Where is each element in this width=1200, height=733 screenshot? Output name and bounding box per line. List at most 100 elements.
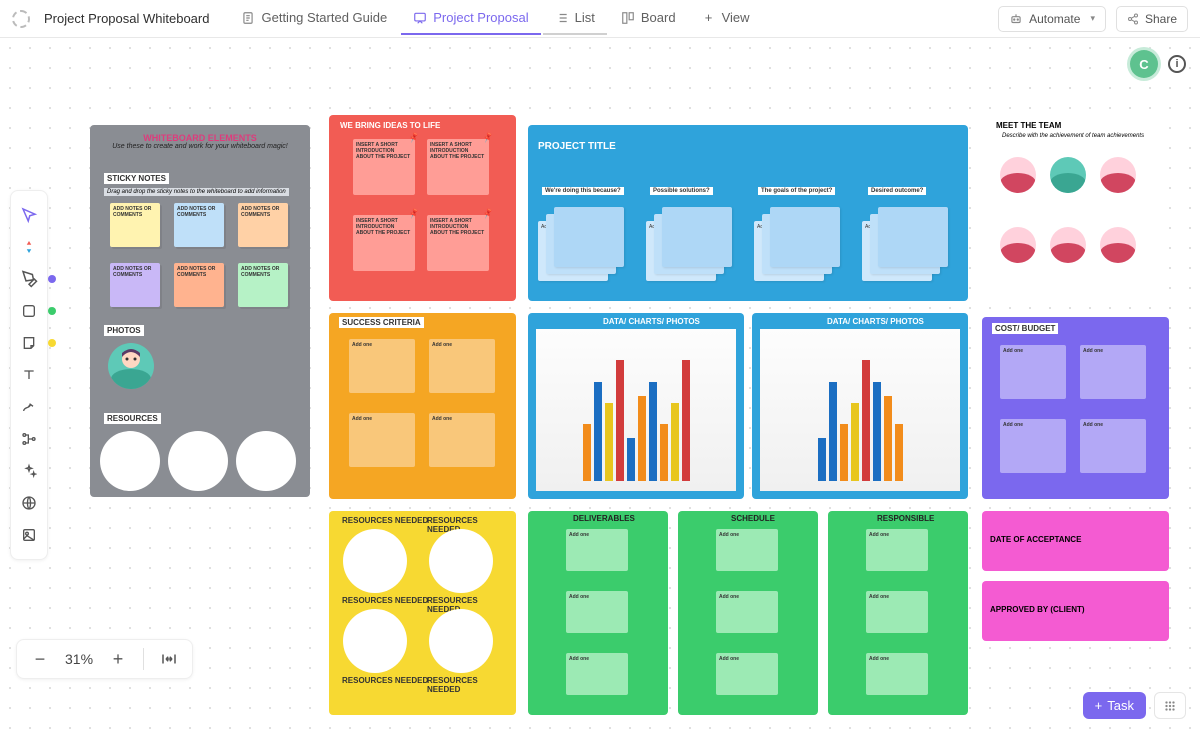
cost-note[interactable]: Add one: [1000, 419, 1066, 473]
panel-acceptance[interactable]: DATE OF ACCEPTANCE: [982, 511, 1169, 571]
data-title: DATA/ CHARTS/ PHOTOS: [824, 316, 927, 327]
tool-connector[interactable]: [14, 391, 44, 423]
tool-web[interactable]: [14, 487, 44, 519]
panel-schedule[interactable]: SCHEDULE Add one Add one Add one: [678, 511, 818, 715]
green-note[interactable]: Add one: [716, 653, 778, 695]
panel-cost[interactable]: COST/ BUDGET Add one Add one Add one Add…: [982, 317, 1169, 499]
success-note[interactable]: Add one: [349, 413, 415, 467]
note-pile[interactable]: Add one: [862, 207, 952, 282]
photos-label: PHOTOS: [104, 325, 144, 336]
team-avatar[interactable]: [1000, 227, 1036, 263]
sticky-sample[interactable]: ADD NOTES OR COMMENTS: [174, 203, 224, 247]
res-label: RESOURCES NEEDED: [424, 675, 516, 695]
cost-title: COST/ BUDGET: [992, 323, 1058, 334]
idea-note[interactable]: INSERT A SHORT INTRODUCTION ABOUT THE PR…: [427, 139, 489, 195]
team-avatar[interactable]: [1100, 157, 1136, 193]
info-icon[interactable]: i: [1168, 55, 1186, 73]
tool-select[interactable]: [14, 199, 44, 231]
green-note[interactable]: Add one: [866, 529, 928, 571]
success-note[interactable]: Add one: [349, 339, 415, 393]
resource-circle[interactable]: [100, 431, 160, 491]
sticky-sample[interactable]: ADD NOTES OR COMMENTS: [238, 203, 288, 247]
tool-sticky[interactable]: [14, 327, 44, 359]
sticky-sample[interactable]: ADD NOTES OR COMMENTS: [110, 203, 160, 247]
res-circle[interactable]: [343, 609, 407, 673]
sticky-sample[interactable]: ADD NOTES OR COMMENTS: [174, 263, 224, 307]
tool-image[interactable]: [14, 519, 44, 551]
pin-icon: 📌: [482, 132, 494, 144]
sticky-sample[interactable]: ADD NOTES OR COMMENTS: [238, 263, 288, 307]
resource-circle[interactable]: [236, 431, 296, 491]
cost-note[interactable]: Add one: [1080, 419, 1146, 473]
panel-approved[interactable]: APPROVED BY (CLIENT): [982, 581, 1169, 641]
panel-success[interactable]: SUCCESS CRITERIA Add one Add one Add one…: [329, 313, 516, 499]
automate-label: Automate: [1029, 12, 1080, 26]
success-note[interactable]: Add one: [429, 413, 495, 467]
panel-team[interactable]: MEET THE TEAM Describe with the achievem…: [982, 115, 1169, 301]
tab-project-proposal[interactable]: Project Proposal: [401, 2, 540, 35]
note-pile[interactable]: Add one: [646, 207, 736, 282]
note-pile[interactable]: Add one: [754, 207, 844, 282]
team-avatar[interactable]: [1000, 157, 1036, 193]
col-label: The goals of the project?: [758, 187, 835, 195]
panel-ideas[interactable]: WE BRING IDEAS TO LIFE INSERT A SHORT IN…: [329, 115, 516, 301]
panel-deliverables[interactable]: DELIVERABLES Add one Add one Add one: [528, 511, 668, 715]
app-logo-icon: [12, 10, 30, 28]
res-circle[interactable]: [429, 529, 493, 593]
green-note[interactable]: Add one: [566, 591, 628, 633]
res-circle[interactable]: [429, 609, 493, 673]
idea-note[interactable]: INSERT A SHORT INTRODUCTION ABOUT THE PR…: [353, 139, 415, 195]
tab-add-view[interactable]: + View: [690, 2, 762, 35]
tool-pen[interactable]: [14, 263, 44, 295]
green-note[interactable]: Add one: [866, 653, 928, 695]
tab-board[interactable]: Board: [609, 2, 688, 35]
user-avatar[interactable]: C: [1130, 50, 1158, 78]
note-pile[interactable]: Add one: [538, 207, 628, 282]
project-title: PROJECT TITLE: [538, 141, 616, 152]
col-label: Possible solutions?: [650, 187, 713, 195]
share-button[interactable]: Share: [1116, 6, 1188, 32]
panel-data-1[interactable]: DATA/ CHARTS/ PHOTOS: [528, 313, 744, 499]
sample-avatar[interactable]: [108, 343, 154, 389]
view-tabs: Getting Started Guide Project Proposal L…: [229, 2, 761, 35]
success-note[interactable]: Add one: [429, 339, 495, 393]
green-note[interactable]: Add one: [716, 591, 778, 633]
resource-circle[interactable]: [168, 431, 228, 491]
tool-text[interactable]: [14, 359, 44, 391]
green-note[interactable]: Add one: [716, 529, 778, 571]
res-circle[interactable]: [343, 529, 407, 593]
sticky-sample[interactable]: ADD NOTES OR COMMENTS: [110, 263, 160, 307]
list-icon: [555, 11, 569, 25]
tool-shape[interactable]: [14, 295, 44, 327]
team-avatar[interactable]: [1050, 157, 1086, 193]
team-avatar[interactable]: [1100, 227, 1136, 263]
tab-list[interactable]: List: [543, 2, 607, 35]
chart-image[interactable]: [760, 329, 960, 491]
panel-project[interactable]: PROJECT TITLE We're doing this because? …: [528, 125, 968, 301]
panel-elements[interactable]: WHITEBOARD ELEMENTS Use these to create …: [90, 125, 310, 497]
green-note[interactable]: Add one: [566, 653, 628, 695]
panel-responsible[interactable]: RESPONSIBLE Add one Add one Add one: [828, 511, 968, 715]
tool-templates[interactable]: [14, 231, 44, 263]
sched-title: SCHEDULE: [728, 513, 778, 524]
tool-ai[interactable]: [14, 455, 44, 487]
panel-data-2[interactable]: DATA/ CHARTS/ PHOTOS: [752, 313, 968, 499]
chart-image[interactable]: [536, 329, 736, 491]
green-note[interactable]: Add one: [866, 591, 928, 633]
share-label: Share: [1145, 12, 1177, 26]
tab-getting-started[interactable]: Getting Started Guide: [229, 2, 399, 35]
tool-mindmap[interactable]: [14, 423, 44, 455]
team-sub: Describe with the achievement of team ac…: [1002, 133, 1144, 139]
idea-note[interactable]: INSERT A SHORT INTRODUCTION ABOUT THE PR…: [353, 215, 415, 271]
cost-note[interactable]: Add one: [1080, 345, 1146, 399]
sticky-notes-label: STICKY NOTES: [104, 173, 169, 184]
share-icon: [1127, 13, 1139, 25]
green-note[interactable]: Add one: [566, 529, 628, 571]
zoom-out-button[interactable]: −: [29, 648, 51, 670]
idea-note[interactable]: INSERT A SHORT INTRODUCTION ABOUT THE PR…: [427, 215, 489, 271]
zoom-level: 31%: [65, 651, 93, 667]
automate-button[interactable]: Automate ▾: [998, 6, 1106, 32]
cost-note[interactable]: Add one: [1000, 345, 1066, 399]
panel-resources[interactable]: RESOURCES NEEDED RESOURCES NEEDED RESOUR…: [329, 511, 516, 715]
team-avatar[interactable]: [1050, 227, 1086, 263]
